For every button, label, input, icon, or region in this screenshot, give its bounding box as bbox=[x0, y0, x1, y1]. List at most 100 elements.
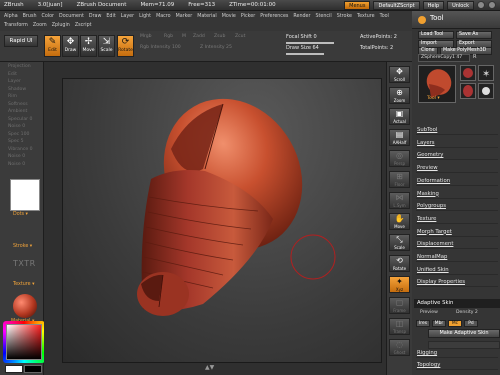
zsphere-model[interactable] bbox=[63, 79, 383, 364]
menu-edit[interactable]: Edit bbox=[106, 12, 115, 21]
menu-material[interactable]: Material bbox=[197, 12, 217, 21]
left-tray-item[interactable]: Vibrance 0 bbox=[8, 147, 33, 152]
zoom-view-button[interactable]: ⊕ Zoom bbox=[389, 87, 410, 104]
make-adaptive-skin-button[interactable]: Make Adaptive Skin bbox=[428, 329, 500, 338]
minimize-icon[interactable] bbox=[477, 1, 485, 9]
mbr-toggle[interactable]: Mbr bbox=[432, 320, 446, 327]
subpalette-normalmap[interactable]: NormalMap bbox=[416, 252, 498, 262]
frame-view-button[interactable]: ▢ Frame bbox=[389, 297, 410, 314]
menu-stroke[interactable]: Stroke bbox=[337, 12, 352, 21]
rotate-tool-button[interactable]: ⟳ Rotate bbox=[117, 35, 134, 57]
xyz-view-button[interactable]: ✦ Xyz bbox=[389, 276, 410, 293]
subpalette-display-properties[interactable]: Display Properties bbox=[416, 277, 498, 288]
tool-thumb-sphere[interactable] bbox=[460, 65, 476, 81]
left-tray-item[interactable]: Spec 100 bbox=[8, 132, 29, 137]
left-tray-item[interactable]: Spec 5 bbox=[8, 139, 24, 144]
draw-tool-button[interactable]: ✥ Draw bbox=[62, 35, 79, 57]
left-tray-item[interactable]: Noise 0 bbox=[8, 162, 25, 167]
left-tray-item[interactable]: Layer bbox=[8, 79, 21, 84]
subpalette-texture[interactable]: Texture bbox=[416, 214, 498, 224]
move-view-button[interactable]: ✋ Move bbox=[389, 213, 410, 230]
left-tray-item[interactable]: Specular 0 bbox=[8, 117, 32, 122]
edit-tool-button[interactable]: ✎ Edit bbox=[44, 35, 61, 57]
save-as-button[interactable]: Save As bbox=[456, 31, 492, 39]
subpalette-preview[interactable]: Preview bbox=[416, 163, 498, 174]
subpalette-topology[interactable]: Topology bbox=[416, 360, 498, 370]
texture-menu[interactable]: Texture ▾ bbox=[13, 282, 35, 287]
mc-toggle[interactable]: Mc bbox=[448, 320, 462, 327]
tool-r-button[interactable]: R bbox=[473, 54, 476, 60]
menu-draw[interactable]: Draw bbox=[89, 12, 102, 21]
dots-label[interactable]: Dots ▾ bbox=[13, 212, 28, 217]
tool-name-field[interactable]: ZSphereCopy1 47 bbox=[418, 54, 470, 62]
floor-view-button[interactable]: ⊞ Floor bbox=[389, 171, 410, 188]
adaptive-skin-header[interactable]: Adaptive Skin bbox=[414, 299, 500, 308]
menu-stencil[interactable]: Stencil bbox=[315, 12, 331, 21]
menu-color[interactable]: Color bbox=[41, 12, 54, 21]
palette-dock-icon[interactable] bbox=[418, 16, 426, 24]
menu-transform[interactable]: Transform bbox=[4, 21, 28, 30]
scroll-view-button[interactable]: ✥ Scroll bbox=[389, 66, 410, 83]
menu-light[interactable]: Light bbox=[139, 12, 151, 21]
persp-view-button[interactable]: ◎ Persp bbox=[389, 150, 410, 167]
menu-preferences[interactable]: Preferences bbox=[260, 12, 288, 21]
subpalette-unified-skin[interactable]: Unified Skin bbox=[416, 265, 498, 275]
draw-size-slider[interactable] bbox=[286, 53, 324, 55]
tool-thumb-cone[interactable] bbox=[460, 83, 476, 99]
menu-brush[interactable]: Brush bbox=[23, 12, 37, 21]
zcut-toggle[interactable]: Zcut bbox=[235, 34, 245, 39]
density-slider[interactable]: Density 2 bbox=[456, 310, 478, 315]
menu-macro[interactable]: Macro bbox=[156, 12, 171, 21]
menu-layer[interactable]: Layer bbox=[121, 12, 134, 21]
help-button[interactable]: Help bbox=[422, 1, 445, 10]
left-tray-item[interactable]: Noise 0 bbox=[8, 154, 25, 159]
mrgb-toggle[interactable]: Mrgb bbox=[140, 34, 152, 39]
stroke-thumbnail[interactable] bbox=[10, 179, 40, 211]
subpalette-polygroups[interactable]: Polygroups bbox=[416, 201, 498, 212]
pd-toggle[interactable]: Pd bbox=[464, 320, 478, 327]
focal-shift-label[interactable]: Focal Shift 0 bbox=[286, 34, 317, 40]
color-picker[interactable] bbox=[6, 324, 42, 360]
load-tool-button[interactable]: Load Tool bbox=[418, 31, 454, 39]
document-canvas[interactable] bbox=[62, 78, 382, 363]
rgb-toggle[interactable]: Rgb bbox=[164, 34, 173, 39]
menu-zscript[interactable]: Zscript bbox=[75, 21, 92, 30]
subpalette-deformation[interactable]: Deformation bbox=[416, 176, 498, 186]
tip-sphere[interactable] bbox=[137, 272, 189, 316]
close-icon[interactable] bbox=[488, 1, 496, 9]
subpalette-subtool[interactable]: SubTool bbox=[416, 125, 498, 135]
zadd-toggle[interactable]: Zadd bbox=[193, 34, 205, 39]
menu-zplugin[interactable]: Zplugin bbox=[52, 21, 70, 30]
tool-thumb-simple[interactable] bbox=[478, 83, 494, 99]
left-tray-item[interactable]: Noise 0 bbox=[8, 124, 25, 129]
left-tray-item[interactable]: Projection bbox=[8, 64, 31, 69]
menu-alpha[interactable]: Alpha bbox=[4, 12, 18, 21]
transp-view-button[interactable]: ◫ Transp bbox=[389, 318, 410, 335]
subpalette-geometry[interactable]: Geometry bbox=[416, 150, 498, 161]
menu-movie[interactable]: Movie bbox=[222, 12, 236, 21]
focal-shift-slider[interactable] bbox=[286, 42, 334, 44]
tool-palette-header[interactable]: Tool bbox=[412, 11, 500, 29]
scale-view-button[interactable]: ⤡ Scale bbox=[389, 234, 410, 251]
z-intensity-slider[interactable]: Z Intensity 25 bbox=[200, 45, 232, 50]
menu-picker[interactable]: Picker bbox=[241, 12, 255, 21]
subpalette-displacement[interactable]: Displacement bbox=[416, 239, 498, 250]
aahalf-view-button[interactable]: ▤ AAHalf bbox=[389, 129, 410, 146]
menu-texture[interactable]: Texture bbox=[357, 12, 375, 21]
left-tray-item[interactable]: Rim bbox=[8, 94, 17, 99]
move-tool-button[interactable]: ✢ Move bbox=[80, 35, 97, 57]
menu-marker[interactable]: Marker bbox=[176, 12, 193, 21]
default-zscript-button[interactable]: DefaultZScript bbox=[373, 1, 420, 10]
texture-thumbnail[interactable]: TXTR bbox=[13, 259, 36, 268]
subpalette-layers[interactable]: Layers bbox=[416, 138, 498, 148]
canvas-scroll-arrows-icon[interactable]: ▲▼ bbox=[205, 364, 214, 371]
scale-tool-button[interactable]: ⇲ Scale bbox=[98, 35, 115, 57]
m-toggle[interactable]: M bbox=[182, 34, 186, 39]
ghost-view-button[interactable]: ◌ Ghost bbox=[389, 339, 410, 356]
rapid-ui-button[interactable]: Rapid UI bbox=[4, 35, 38, 47]
actual-view-button[interactable]: ▣ Actual bbox=[389, 108, 410, 125]
zsub-toggle[interactable]: Zsub bbox=[214, 34, 225, 39]
preview-toggle[interactable]: Preview bbox=[420, 310, 438, 315]
tool-thumb-star[interactable]: ✶ bbox=[478, 65, 494, 81]
tool-menu[interactable]: Tool ▾ bbox=[427, 96, 440, 101]
